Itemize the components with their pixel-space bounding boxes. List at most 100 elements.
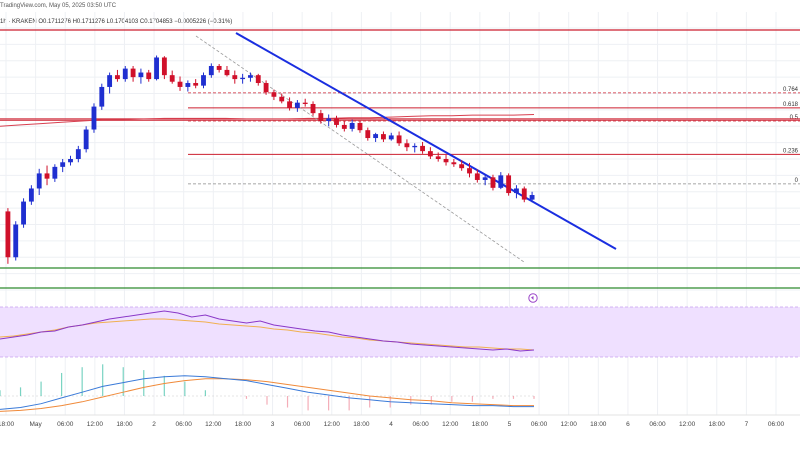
macd-histogram-bar bbox=[143, 370, 145, 396]
candle-body bbox=[201, 75, 206, 86]
time-axis-label: 12:00 bbox=[442, 421, 459, 428]
candle-body bbox=[122, 68, 128, 80]
candle-body bbox=[474, 173, 480, 180]
candle-body bbox=[248, 75, 253, 78]
macd-histogram-bar bbox=[266, 396, 268, 405]
candle-body bbox=[216, 65, 222, 70]
time-axis-label: 12:00 bbox=[324, 421, 341, 428]
candle-body bbox=[467, 168, 472, 174]
time-axis-label: 18:00 bbox=[590, 421, 607, 428]
candle-body bbox=[115, 75, 120, 80]
candle-body bbox=[443, 159, 449, 163]
candle-body bbox=[521, 188, 527, 200]
candle-body bbox=[427, 151, 433, 157]
candle-body bbox=[459, 164, 465, 169]
candle-body bbox=[271, 92, 277, 97]
replay-icon[interactable] bbox=[528, 293, 538, 303]
candle-body bbox=[240, 77, 246, 80]
rsi-band bbox=[0, 307, 800, 357]
candle-body bbox=[28, 188, 34, 202]
candle-body bbox=[482, 177, 488, 180]
price-chart[interactable]: TradingView.com, May 05, 2025 03:50 UTC … bbox=[0, 0, 800, 450]
candle-body bbox=[334, 118, 339, 125]
time-axis-label: 12:00 bbox=[87, 421, 104, 428]
macd-indicator bbox=[0, 364, 535, 412]
macd-histogram-bar bbox=[204, 390, 206, 396]
signal-line bbox=[0, 378, 534, 412]
time-axis-label: 18:00 bbox=[116, 421, 133, 428]
candle-body bbox=[263, 83, 269, 93]
candle-body bbox=[255, 75, 261, 84]
candle-body bbox=[60, 162, 66, 167]
macd-histogram-bar bbox=[492, 396, 494, 399]
candle-body bbox=[75, 149, 81, 159]
candle-body bbox=[169, 75, 175, 82]
macd-histogram-bar bbox=[512, 396, 515, 399]
time-axis-label: 06:00 bbox=[768, 421, 785, 428]
candle-body bbox=[349, 122, 355, 129]
candle-body bbox=[404, 143, 410, 148]
candle-body bbox=[326, 118, 332, 122]
candle-body bbox=[396, 135, 402, 144]
candle-body bbox=[130, 68, 136, 78]
bearish-trend-line bbox=[235, 32, 617, 250]
chart-source-label: TradingView.com, May 05, 2025 03:50 UTC bbox=[0, 3, 117, 9]
macd-histogram-bar bbox=[328, 396, 330, 411]
candle-body bbox=[21, 201, 26, 225]
candle-body bbox=[154, 57, 159, 80]
candle-body bbox=[52, 166, 58, 179]
candle-body bbox=[224, 69, 230, 76]
candle-body bbox=[318, 113, 324, 122]
macd-histogram-bar bbox=[245, 396, 248, 399]
candle-body bbox=[373, 134, 379, 139]
macd-histogram-bar bbox=[163, 375, 165, 396]
time-axis-label: 18:00 bbox=[0, 421, 15, 428]
trend-lines bbox=[195, 32, 617, 263]
macd-histogram-bar bbox=[451, 396, 453, 402]
time-axis-label: 3 bbox=[271, 421, 275, 428]
time-axis-label: 18:00 bbox=[235, 421, 252, 428]
time-axis-label: 6 bbox=[626, 421, 630, 428]
candle-body bbox=[36, 173, 42, 189]
candle-body bbox=[341, 124, 347, 129]
candle-body bbox=[388, 135, 394, 140]
macd-histogram-bar bbox=[471, 396, 473, 402]
time-axis-label: May bbox=[29, 421, 42, 428]
candle-body bbox=[310, 103, 316, 114]
macd-histogram-bar bbox=[61, 372, 63, 396]
candle-body bbox=[435, 156, 441, 159]
candle-body bbox=[506, 175, 512, 194]
candle-body bbox=[138, 72, 144, 78]
macd-histogram-bar bbox=[19, 387, 22, 396]
candle-body bbox=[13, 224, 19, 258]
macd-histogram-bar bbox=[102, 364, 104, 396]
candle-body bbox=[498, 175, 504, 188]
fib-label: 0.236 bbox=[783, 148, 799, 154]
time-axis-label: 06:00 bbox=[294, 421, 311, 428]
fib-label: 0.618 bbox=[783, 102, 799, 108]
time-axis-label: 18:00 bbox=[472, 421, 489, 428]
ohlc-readout: 1h · KRAKEN O0.1711276 H0.1711276 L0.170… bbox=[0, 19, 232, 25]
time-axis-label: 12:00 bbox=[561, 421, 578, 428]
candle-body bbox=[490, 177, 496, 188]
time-axis-label: 12:00 bbox=[679, 421, 696, 428]
time-axis-label: 7 bbox=[745, 421, 749, 428]
time-axis-label: 06:00 bbox=[176, 421, 193, 428]
candle-body bbox=[208, 65, 214, 76]
macd-histogram-bar bbox=[0, 390, 1, 396]
macd-histogram-bar bbox=[533, 396, 535, 399]
candle-body bbox=[420, 145, 425, 152]
time-axis-label: 12:00 bbox=[205, 421, 222, 428]
candle-body bbox=[287, 101, 292, 108]
candle-body bbox=[232, 75, 238, 80]
candle-body bbox=[302, 102, 308, 104]
candle-body bbox=[161, 57, 167, 76]
candle-body bbox=[357, 122, 363, 131]
time-axis-label: 06:00 bbox=[57, 421, 74, 428]
candle-body bbox=[279, 96, 285, 102]
candle-body bbox=[99, 86, 105, 107]
time-axis-label: 06:00 bbox=[531, 421, 548, 428]
candle-body bbox=[529, 195, 535, 200]
candlestick-series bbox=[5, 55, 535, 264]
candle-body bbox=[294, 102, 300, 108]
